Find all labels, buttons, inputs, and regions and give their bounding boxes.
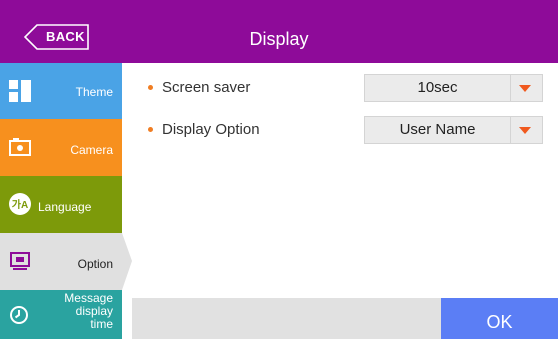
selected-indicator — [122, 233, 132, 290]
select-divider — [510, 75, 511, 101]
camera-icon — [9, 136, 31, 158]
back-button[interactable]: BACK — [24, 24, 90, 50]
chevron-down-icon[interactable] — [519, 85, 531, 92]
sidebar-item-label: Theme — [75, 85, 113, 99]
label-line: display — [75, 304, 113, 318]
sidebar-item-camera[interactable]: Camera — [0, 119, 122, 176]
display-option-value: User Name — [399, 121, 476, 138]
back-button-label: BACK — [46, 29, 85, 44]
screen-saver-value: 10sec — [417, 79, 458, 96]
display-settings-screen: BACK Display Theme Camera 가A Language Op… — [0, 0, 558, 339]
display-option-label: Display Option — [162, 121, 260, 138]
clock-icon — [9, 305, 31, 327]
chevron-down-icon[interactable] — [519, 127, 531, 134]
sidebar-item-label: Message display time — [43, 292, 113, 331]
bullet-icon — [148, 85, 153, 90]
display-option-row: Display Option User Name — [148, 116, 543, 144]
sidebar-item-label: Option — [77, 257, 113, 271]
bullet-icon — [148, 127, 153, 132]
svg-text:가A: 가A — [12, 198, 28, 211]
screen-saver-row: Screen saver 10sec — [148, 74, 543, 102]
theme-icon — [9, 80, 31, 102]
footer-bar — [132, 298, 441, 339]
label-line: time — [90, 317, 113, 331]
sidebar-item-label: Language — [38, 200, 92, 214]
sidebar-item-theme[interactable]: Theme — [0, 63, 122, 119]
screen-saver-select[interactable]: 10sec — [364, 74, 543, 102]
sidebar: Theme Camera 가A Language Option Message … — [0, 63, 132, 339]
sidebar-item-label: Camera — [70, 143, 113, 157]
screen-saver-label: Screen saver — [162, 79, 251, 96]
sidebar-item-message-display-time[interactable]: Message display time — [0, 290, 122, 339]
sidebar-item-option[interactable]: Option — [0, 233, 122, 290]
ok-button[interactable]: OK — [441, 298, 558, 339]
header-bar: BACK Display — [0, 0, 558, 63]
label-line: Message — [64, 291, 113, 305]
display-option-select[interactable]: User Name — [364, 116, 543, 144]
option-icon — [9, 250, 31, 272]
select-divider — [510, 117, 511, 143]
sidebar-item-language[interactable]: 가A Language — [0, 176, 122, 233]
language-icon: 가A — [9, 193, 31, 215]
